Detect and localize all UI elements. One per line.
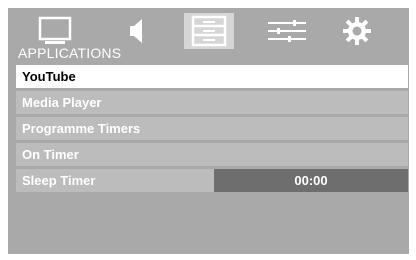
- menu-item-label: On Timer: [22, 147, 79, 162]
- gear-icon: [343, 17, 371, 45]
- menu-item-label: Programme Timers: [22, 121, 141, 136]
- applications-menu: YouTube Media Player Programme Timers On…: [16, 65, 408, 195]
- sleep-timer-value-field[interactable]: 00:00: [214, 169, 408, 192]
- menu-item-label: Sleep Timer: [22, 173, 96, 188]
- tab-sound[interactable]: [108, 13, 158, 49]
- sleep-timer-value: 00:00: [294, 173, 328, 188]
- sound-icon: [130, 19, 142, 43]
- picture-icon: [38, 16, 72, 44]
- menu-item-youtube[interactable]: YouTube: [16, 65, 408, 88]
- tab-system[interactable]: [332, 13, 382, 49]
- tab-applications[interactable]: [184, 13, 234, 49]
- applications-icon: [191, 15, 227, 47]
- menu-item-on-timer[interactable]: On Timer: [16, 143, 408, 166]
- menu-item-label: Media Player: [22, 95, 102, 110]
- osd-menu-panel: APPLICATIONS YouTube Media Player Progra…: [8, 8, 409, 254]
- tab-picture[interactable]: [30, 13, 80, 49]
- menu-item-media-player[interactable]: Media Player: [16, 91, 408, 114]
- tab-setup[interactable]: [262, 13, 312, 49]
- menu-item-programme-timers[interactable]: Programme Timers: [16, 117, 408, 140]
- section-title: APPLICATIONS: [18, 45, 122, 61]
- menu-item-label: YouTube: [22, 69, 76, 84]
- menu-item-sleep-timer[interactable]: Sleep Timer 00:00: [16, 169, 408, 192]
- settings-sliders-icon: [268, 20, 306, 42]
